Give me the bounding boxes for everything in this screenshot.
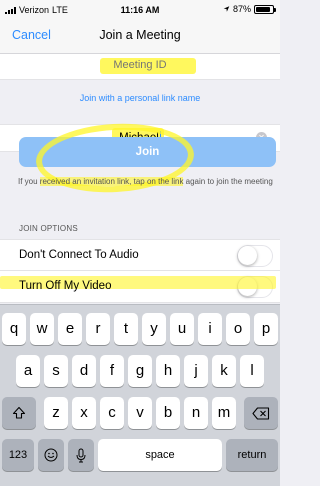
key-j[interactable]: j xyxy=(184,355,208,387)
page-title: Join a Meeting xyxy=(99,28,181,42)
keyboard-row-4: 123 space return xyxy=(0,439,280,471)
return-key[interactable]: return xyxy=(226,439,278,471)
battery-fill xyxy=(256,6,270,12)
keyboard: q w e r t y u i o p a s d f g h j k l z … xyxy=(0,304,280,486)
help-text-highlight: received an invitation link, tap on the … xyxy=(39,177,184,186)
key-o[interactable]: o xyxy=(226,313,250,345)
emoji-key[interactable] xyxy=(38,439,64,471)
toggle-knob xyxy=(238,246,257,265)
key-b[interactable]: b xyxy=(156,397,180,429)
keyboard-row-3: z x c v b n m xyxy=(0,397,280,429)
key-v[interactable]: v xyxy=(128,397,152,429)
keyboard-row-2: a s d f g h j k l xyxy=(0,355,280,387)
numbers-key[interactable]: 123 xyxy=(2,439,34,471)
nav-bar: Cancel Join a Meeting xyxy=(0,20,280,54)
microphone-icon xyxy=(76,448,86,463)
key-s[interactable]: s xyxy=(44,355,68,387)
meeting-id-input[interactable] xyxy=(0,59,280,71)
key-r[interactable]: r xyxy=(86,313,110,345)
key-c[interactable]: c xyxy=(100,397,124,429)
keyboard-row-1: q w e r t y u i o p xyxy=(0,313,280,345)
key-k[interactable]: k xyxy=(212,355,236,387)
help-text-prefix: If you xyxy=(18,177,40,186)
dictation-key[interactable] xyxy=(68,439,94,471)
key-y[interactable]: y xyxy=(142,313,166,345)
key-d[interactable]: d xyxy=(72,355,96,387)
key-h[interactable]: h xyxy=(156,355,180,387)
key-n[interactable]: n xyxy=(184,397,208,429)
key-m[interactable]: m xyxy=(212,397,236,429)
shift-icon xyxy=(12,407,26,419)
backspace-key[interactable] xyxy=(244,397,278,429)
screen: Verizon LTE 11:16 AM 87% Cancel Join a M… xyxy=(0,0,280,486)
option-row-audio: Don't Connect To Audio xyxy=(0,239,280,271)
key-l[interactable]: l xyxy=(240,355,264,387)
location-arrow-icon xyxy=(223,6,230,12)
key-f[interactable]: f xyxy=(100,355,124,387)
help-text: If you received an invitation link, tap … xyxy=(18,177,276,187)
help-text-suffix: again to join the meeting xyxy=(183,177,273,186)
status-right: 87% xyxy=(223,4,276,14)
backspace-icon xyxy=(252,407,270,420)
option-label-video: Turn Off My Video xyxy=(19,280,112,292)
emoji-icon xyxy=(44,448,58,462)
key-z[interactable]: z xyxy=(44,397,68,429)
key-p[interactable]: p xyxy=(254,313,278,345)
key-t[interactable]: t xyxy=(114,313,138,345)
shift-key[interactable] xyxy=(2,397,36,429)
personal-link-name-link[interactable]: Join with a personal link name xyxy=(0,93,280,103)
key-i[interactable]: i xyxy=(198,313,222,345)
key-a[interactable]: a xyxy=(16,355,40,387)
key-u[interactable]: u xyxy=(170,313,194,345)
key-q[interactable]: q xyxy=(2,313,26,345)
battery-percent: 87% xyxy=(232,4,251,14)
key-e[interactable]: e xyxy=(58,313,82,345)
battery-icon xyxy=(254,4,276,14)
option-label-audio: Don't Connect To Audio xyxy=(19,249,139,261)
space-key[interactable]: space xyxy=(98,439,222,471)
audio-toggle[interactable] xyxy=(237,245,273,267)
join-options-header: JOIN OPTIONS xyxy=(19,224,78,233)
key-x[interactable]: x xyxy=(72,397,96,429)
status-bar: Verizon LTE 11:16 AM 87% xyxy=(0,0,280,20)
key-w[interactable]: w xyxy=(30,313,54,345)
key-g[interactable]: g xyxy=(128,355,152,387)
